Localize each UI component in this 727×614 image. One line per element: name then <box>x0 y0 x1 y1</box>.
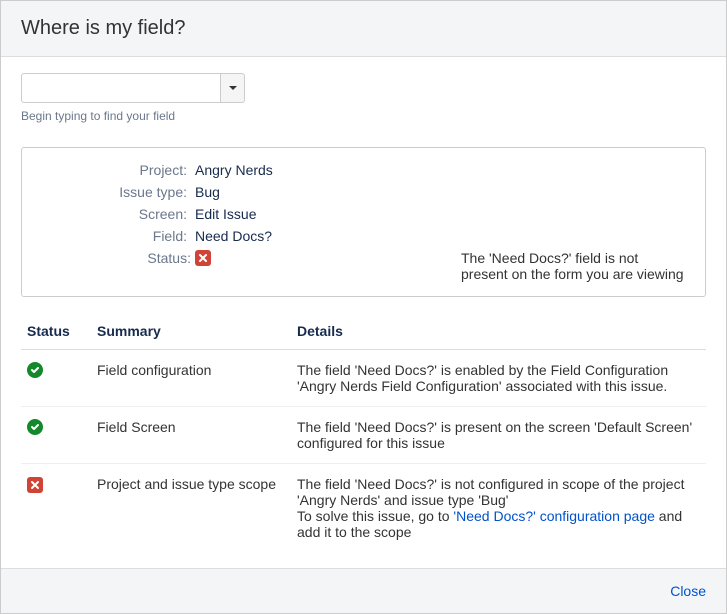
table-row: Field Screen The field 'Need Docs?' is p… <box>21 407 706 464</box>
status-label: Status: <box>40 250 195 266</box>
success-icon <box>27 419 43 435</box>
project-label: Project: <box>40 162 195 178</box>
col-header-details: Details <box>291 315 706 350</box>
field-dropdown-button[interactable] <box>221 73 245 103</box>
row-summary: Field configuration <box>91 350 291 407</box>
issuetype-value: Bug <box>195 184 220 200</box>
row-details: The field 'Need Docs?' is enabled by the… <box>291 350 706 407</box>
error-icon <box>195 250 211 266</box>
success-icon <box>27 362 43 378</box>
row-details: The field 'Need Docs?' is not configured… <box>291 464 706 553</box>
row-details: The field 'Need Docs?' is present on the… <box>291 407 706 464</box>
field-selector <box>21 73 706 103</box>
info-row-status: Status: The 'Need Docs?' field is not pr… <box>40 250 687 282</box>
screen-label: Screen: <box>40 206 195 222</box>
dialog-body: Begin typing to find your field Project:… <box>1 57 726 568</box>
where-is-my-field-dialog: Where is my field? Begin typing to find … <box>0 0 727 614</box>
field-search-input[interactable] <box>21 73 221 103</box>
status-message: The 'Need Docs?' field is not present on… <box>461 250 687 282</box>
chevron-down-icon <box>229 86 237 90</box>
error-icon <box>27 477 43 493</box>
configuration-page-link[interactable]: 'Need Docs?' configuration page <box>453 508 654 524</box>
row-summary: Project and issue type scope <box>91 464 291 553</box>
issuetype-label: Issue type: <box>40 184 195 200</box>
field-search-hint: Begin typing to find your field <box>21 109 706 123</box>
close-button[interactable]: Close <box>670 579 706 603</box>
table-row: Project and issue type scope The field '… <box>21 464 706 553</box>
field-label: Field: <box>40 228 195 244</box>
diagnostics-table: Status Summary Details Field configurati… <box>21 315 706 552</box>
table-row: Field configuration The field 'Need Docs… <box>21 350 706 407</box>
dialog-footer: Close <box>1 568 726 613</box>
dialog-title: Where is my field? <box>21 17 706 40</box>
info-row-field: Field: Need Docs? <box>40 228 687 244</box>
info-row-issuetype: Issue type: Bug <box>40 184 687 200</box>
details-text: The field 'Need Docs?' is not configured… <box>297 476 684 508</box>
project-value: Angry Nerds <box>195 162 273 178</box>
col-header-status: Status <box>21 315 91 350</box>
screen-value: Edit Issue <box>195 206 256 222</box>
info-row-screen: Screen: Edit Issue <box>40 206 687 222</box>
context-info-panel: Project: Angry Nerds Issue type: Bug Scr… <box>21 147 706 297</box>
details-solve-pre: To solve this issue, go to <box>297 508 453 524</box>
info-row-project: Project: Angry Nerds <box>40 162 687 178</box>
col-header-summary: Summary <box>91 315 291 350</box>
row-summary: Field Screen <box>91 407 291 464</box>
dialog-header: Where is my field? <box>1 1 726 57</box>
field-value: Need Docs? <box>195 228 272 244</box>
